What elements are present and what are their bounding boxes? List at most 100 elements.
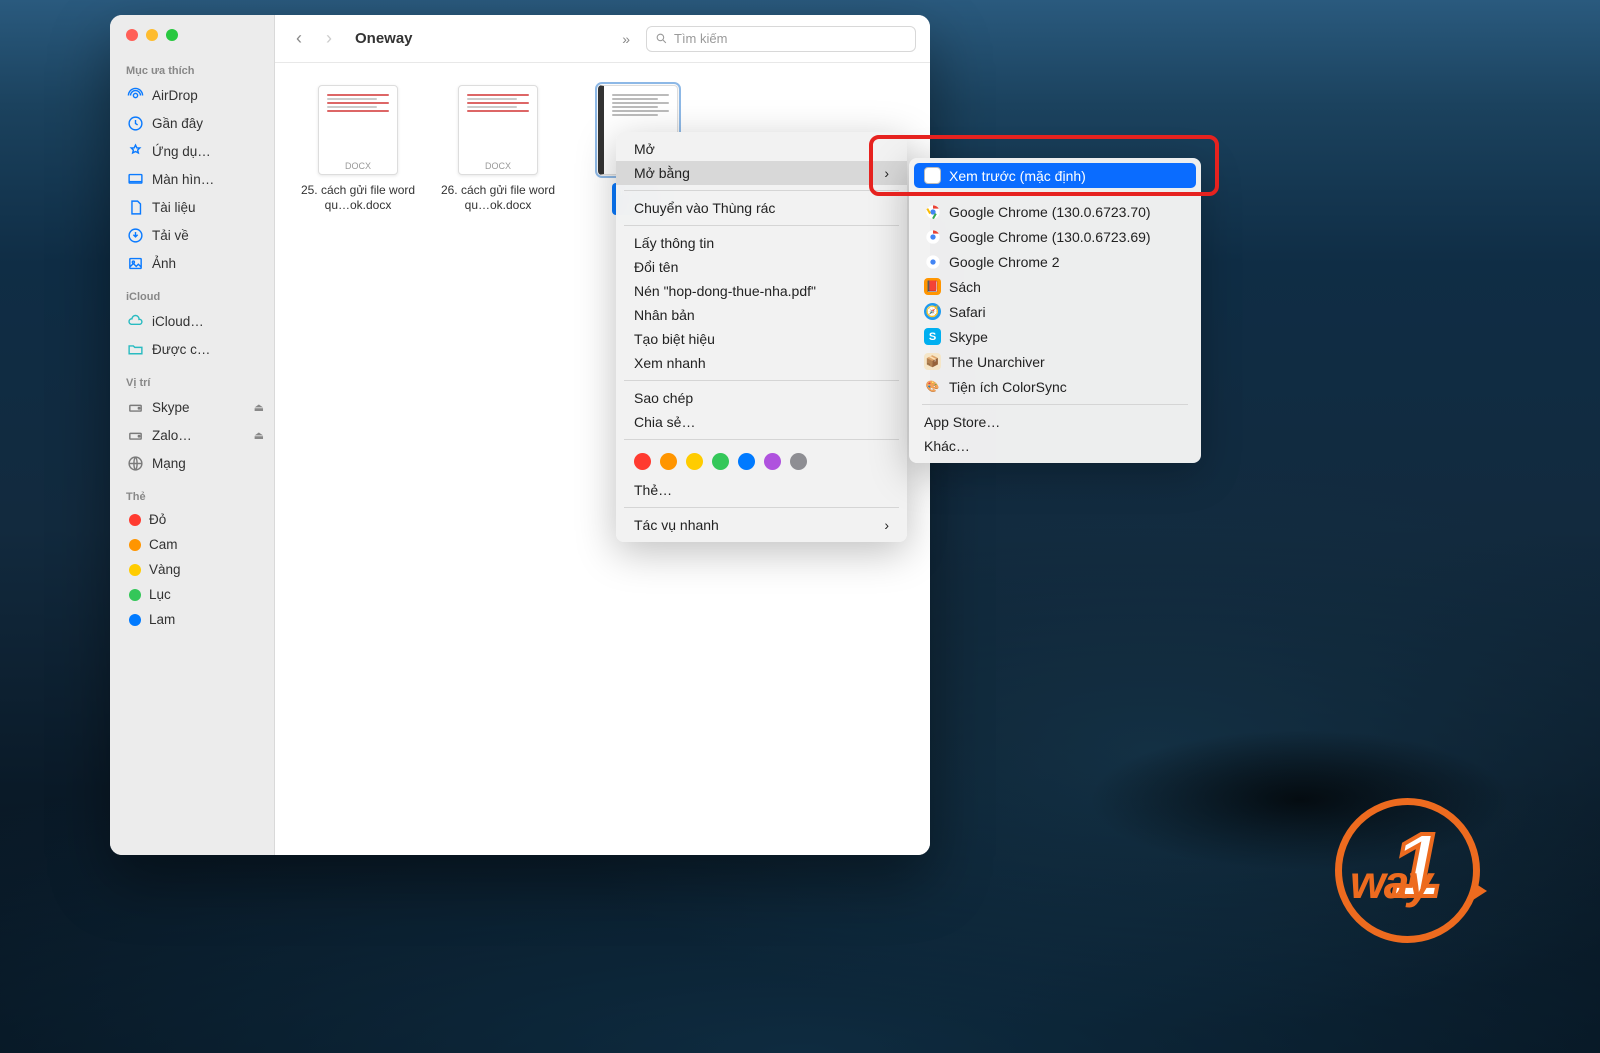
maximize-button[interactable] bbox=[166, 29, 178, 41]
ctx-quick-actions[interactable]: Tác vụ nhanh› bbox=[616, 513, 907, 537]
sidebar-item-label: Zalo… bbox=[152, 428, 192, 443]
sidebar-item-label: Được c… bbox=[152, 342, 210, 357]
sidebar-item-zalo-disk[interactable]: Zalo… ⏏ bbox=[110, 421, 274, 449]
file-item[interactable]: 26. cách gửi file word qu…ok.docx bbox=[433, 85, 563, 213]
disk-icon bbox=[126, 426, 144, 444]
submenu-books[interactable]: 📕Sách bbox=[914, 274, 1196, 299]
tag-dot-icon bbox=[129, 539, 141, 551]
tag-dot-icon bbox=[129, 614, 141, 626]
ctx-copy[interactable]: Sao chép bbox=[616, 386, 907, 410]
airdrop-icon bbox=[126, 86, 144, 104]
sidebar-item-shared[interactable]: Được c… bbox=[110, 335, 274, 363]
submenu-skype[interactable]: SSkype bbox=[914, 324, 1196, 349]
archive-icon: 📦 bbox=[924, 353, 941, 370]
ctx-open-with[interactable]: Mở bằng› bbox=[616, 161, 907, 185]
chevron-right-icon: › bbox=[884, 517, 889, 533]
separator bbox=[922, 404, 1188, 405]
sidebar-tag-red[interactable]: Đỏ bbox=[110, 507, 274, 532]
submenu-chrome-1[interactable]: Google Chrome (130.0.6723.70) bbox=[914, 199, 1196, 224]
ctx-share[interactable]: Chia sẻ… bbox=[616, 410, 907, 434]
submenu-unarchiver[interactable]: 📦The Unarchiver bbox=[914, 349, 1196, 374]
desktop-icon bbox=[126, 170, 144, 188]
eject-icon[interactable]: ⏏ bbox=[254, 401, 264, 414]
search-icon bbox=[655, 32, 668, 45]
chrome-icon bbox=[924, 228, 941, 245]
sidebar-item-label: Skype bbox=[152, 400, 190, 415]
sidebar-item-icloud-drive[interactable]: iCloud… bbox=[110, 307, 274, 335]
search-input[interactable]: Tìm kiếm bbox=[646, 26, 916, 52]
sidebar-item-downloads[interactable]: Tải về bbox=[110, 221, 274, 249]
ctx-get-info[interactable]: Lấy thông tin bbox=[616, 231, 907, 255]
toolbar-overflow-icon[interactable]: » bbox=[622, 31, 630, 47]
submenu-colorsync[interactable]: 🎨Tiện ích ColorSync bbox=[914, 374, 1196, 399]
sidebar-item-skype-disk[interactable]: Skype ⏏ bbox=[110, 393, 274, 421]
tag-yellow[interactable] bbox=[686, 453, 703, 470]
sidebar-item-recents[interactable]: Gần đây bbox=[110, 109, 274, 137]
clock-icon bbox=[126, 114, 144, 132]
submenu-chrome-3[interactable]: Google Chrome 2 bbox=[914, 249, 1196, 274]
search-placeholder: Tìm kiếm bbox=[674, 31, 727, 46]
submenu-other[interactable]: Khác… bbox=[914, 434, 1196, 458]
sidebar-item-pictures[interactable]: Ảnh bbox=[110, 249, 274, 277]
submenu-chrome-2[interactable]: Google Chrome (130.0.6723.69) bbox=[914, 224, 1196, 249]
ctx-tag-colors bbox=[616, 445, 907, 478]
sidebar-item-network[interactable]: Mạng bbox=[110, 449, 274, 477]
tag-red[interactable] bbox=[634, 453, 651, 470]
sidebar-tag-orange[interactable]: Cam bbox=[110, 532, 274, 557]
ctx-rename[interactable]: Đổi tên bbox=[616, 255, 907, 279]
tag-orange[interactable] bbox=[660, 453, 677, 470]
sidebar-item-label: Màn hìn… bbox=[152, 172, 214, 187]
tag-gray[interactable] bbox=[790, 453, 807, 470]
ctx-make-alias[interactable]: Tạo biệt hiệu bbox=[616, 327, 907, 351]
toolbar: ‹ › Oneway » Tìm kiếm bbox=[275, 15, 930, 63]
sidebar-item-applications[interactable]: Ứng dụ… bbox=[110, 137, 274, 165]
sidebar-item-documents[interactable]: Tài liệu bbox=[110, 193, 274, 221]
tag-dot-icon bbox=[129, 589, 141, 601]
ctx-compress[interactable]: Nén "hop-dong-thue-nha.pdf" bbox=[616, 279, 907, 303]
sidebar-tag-yellow[interactable]: Vàng bbox=[110, 557, 274, 582]
eject-icon[interactable]: ⏏ bbox=[254, 429, 264, 442]
preview-app-icon: 🖼 bbox=[924, 167, 941, 184]
submenu-preview-default[interactable]: 🖼Xem trước (mặc định) bbox=[914, 163, 1196, 188]
sidebar-item-desktop[interactable]: Màn hìn… bbox=[110, 165, 274, 193]
sidebar-item-label: Ứng dụ… bbox=[152, 144, 211, 159]
globe-icon bbox=[126, 454, 144, 472]
ctx-quick-look[interactable]: Xem nhanh bbox=[616, 351, 907, 375]
favorites-heading: Mục ưa thích bbox=[110, 51, 274, 81]
sidebar-item-label: Lục bbox=[149, 587, 171, 602]
ctx-trash[interactable]: Chuyển vào Thùng rác bbox=[616, 196, 907, 220]
document-icon bbox=[126, 198, 144, 216]
file-item[interactable]: 25. cách gửi file word qu…ok.docx bbox=[293, 85, 423, 213]
separator bbox=[624, 380, 899, 381]
disk-icon bbox=[126, 398, 144, 416]
ctx-duplicate[interactable]: Nhân bản bbox=[616, 303, 907, 327]
forward-button[interactable]: › bbox=[319, 27, 339, 51]
chevron-right-icon: › bbox=[884, 165, 889, 181]
colorsync-icon: 🎨 bbox=[924, 378, 941, 395]
tag-green[interactable] bbox=[712, 453, 729, 470]
sidebar-item-airdrop[interactable]: AirDrop bbox=[110, 81, 274, 109]
sidebar-item-label: Vàng bbox=[149, 562, 181, 577]
tag-blue[interactable] bbox=[738, 453, 755, 470]
sidebar-tag-blue[interactable]: Lam bbox=[110, 607, 274, 632]
sidebar-item-label: Đỏ bbox=[149, 512, 166, 527]
ctx-open[interactable]: Mở bbox=[616, 137, 907, 161]
tag-purple[interactable] bbox=[764, 453, 781, 470]
sidebar-tag-green[interactable]: Lục bbox=[110, 582, 274, 607]
file-label: 26. cách gửi file word qu…ok.docx bbox=[436, 183, 561, 213]
folder-icon bbox=[126, 340, 144, 358]
docx-file-icon bbox=[318, 85, 398, 175]
sidebar-item-label: Cam bbox=[149, 537, 178, 552]
sidebar-item-label: Tài liệu bbox=[152, 200, 196, 215]
back-button[interactable]: ‹ bbox=[289, 27, 309, 51]
window-title: Oneway bbox=[355, 30, 413, 47]
watermark-logo: 1 way bbox=[1330, 813, 1485, 928]
submenu-safari[interactable]: 🧭Safari bbox=[914, 299, 1196, 324]
separator bbox=[624, 439, 899, 440]
minimize-button[interactable] bbox=[146, 29, 158, 41]
close-button[interactable] bbox=[126, 29, 138, 41]
ctx-tags[interactable]: Thẻ… bbox=[616, 478, 907, 502]
docx-file-icon bbox=[458, 85, 538, 175]
submenu-app-store[interactable]: App Store… bbox=[914, 410, 1196, 434]
sidebar-item-label: Tải về bbox=[152, 228, 189, 243]
